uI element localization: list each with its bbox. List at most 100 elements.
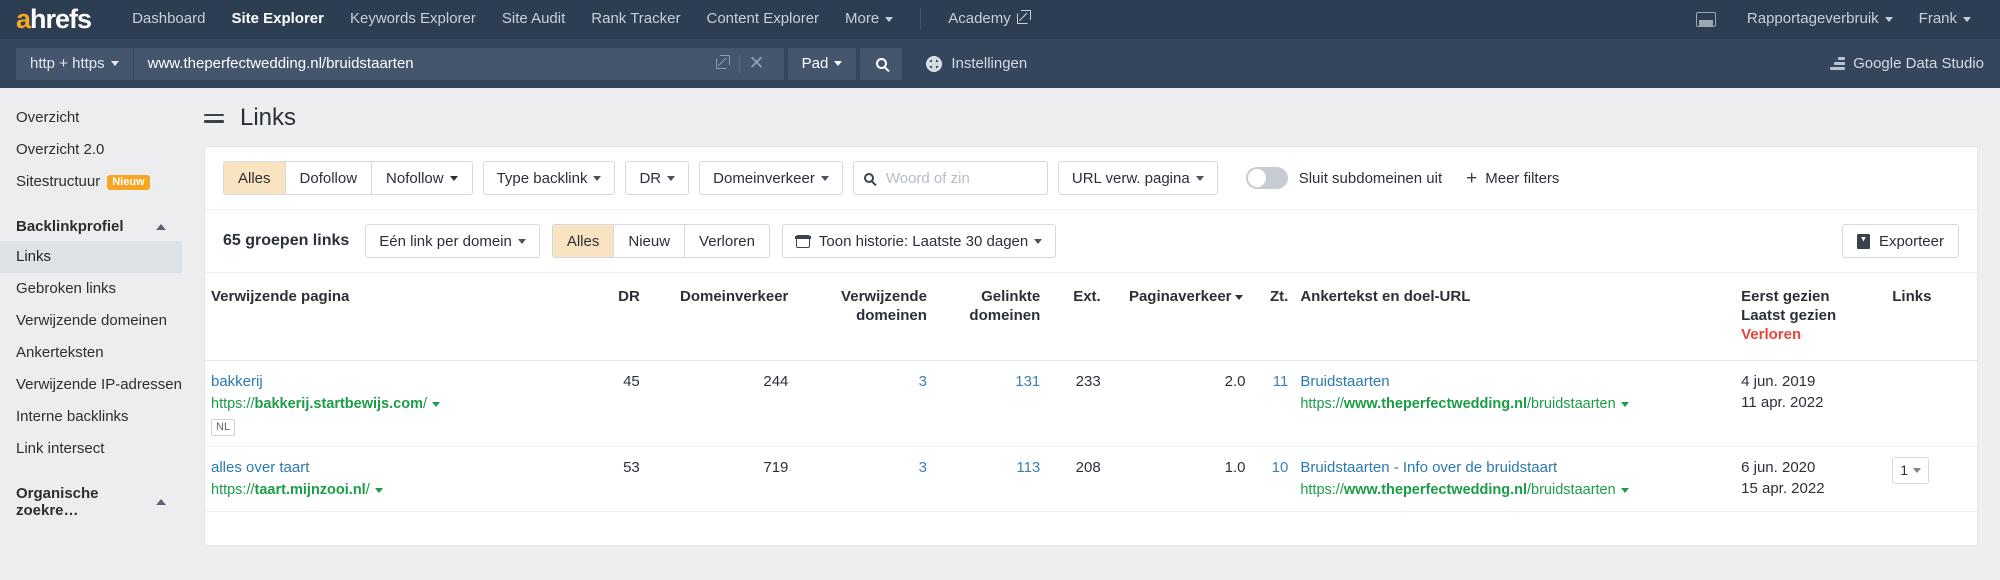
sidebar-item-verwijzende-domeinen[interactable]: Verwijzende domeinen <box>0 305 182 337</box>
group-mode-label: Eén link per domein <box>379 232 512 250</box>
col-last-seen-label: Laatst gezien <box>1741 307 1837 324</box>
col-links[interactable]: Links <box>1886 272 1977 361</box>
export-button[interactable]: Exporteer <box>1841 224 1959 258</box>
sidebar-item-sitestructuur[interactable]: Sitestructuur Nieuw <box>0 166 182 198</box>
filter-type-backlink[interactable]: Type backlink <box>482 161 616 195</box>
col-page-traffic[interactable]: Paginaverkeer <box>1106 272 1252 361</box>
target-protocol: https:// <box>1300 482 1344 499</box>
col-ext[interactable]: Ext. <box>1046 272 1107 361</box>
protocol-select[interactable]: http + https <box>16 47 133 80</box>
state-verloren[interactable]: Verloren <box>685 225 769 257</box>
filter-domeinverkeer[interactable]: Domeinverkeer <box>699 161 843 195</box>
cell-referring-page: bakkerij https://bakkerij.startbewijs.co… <box>205 360 583 448</box>
col-anchor-target[interactable]: Ankertekst en doel-URL <box>1294 272 1736 361</box>
linked-domains-value[interactable]: 113 <box>1016 459 1040 476</box>
referring-page-title[interactable]: bakkerij <box>211 371 577 392</box>
nav-item-more[interactable]: More <box>832 0 906 38</box>
anchor-text[interactable]: Bruidstaarten <box>1300 371 1729 392</box>
nav-item-academy[interactable]: Academy <box>935 0 1041 38</box>
results-toolbar: 65 groepen links Eén link per domein All… <box>205 210 1977 272</box>
more-filters-button[interactable]: + Meer filters <box>1466 169 1559 188</box>
nav-item-rank-tracker[interactable]: Rank Tracker <box>578 0 693 38</box>
zt-value[interactable]: 11 <box>1273 373 1289 390</box>
chevron-down-icon[interactable] <box>1620 401 1629 407</box>
table-row[interactable]: alles over taart https://taart.mijnzooi.… <box>205 446 1977 513</box>
state-alles[interactable]: Alles <box>552 225 615 257</box>
referring-domains-value[interactable]: 3 <box>919 373 927 390</box>
state-nieuw[interactable]: Nieuw <box>614 225 686 257</box>
target-url[interactable]: https://www.theperfectwedding.nl/bruidst… <box>1300 480 1729 501</box>
keyword-search-field[interactable] <box>852 161 1048 195</box>
monitor-icon[interactable] <box>1695 11 1716 27</box>
col-referring-domains[interactable]: Verwijzende domeinen <box>794 272 933 361</box>
chevron-up-icon <box>156 223 166 230</box>
mode-select-pad[interactable]: Pad <box>787 47 857 80</box>
filter-nofollow[interactable]: Nofollow <box>372 162 472 194</box>
target-path: /bruidstaarten <box>1527 396 1616 412</box>
col-zt[interactable]: Zt. <box>1251 272 1295 361</box>
sidebar-item-verwijzende-ip-adressen[interactable]: Verwijzende IP-adressen <box>0 369 182 401</box>
target-url-input[interactable]: www.theperfectwedding.nl/bruidstaarten ✕ <box>133 47 784 80</box>
col-seen-dates[interactable]: Eerst gezien Laatst gezien Verloren <box>1735 272 1887 361</box>
sidebar-item-gebroken-links[interactable]: Gebroken links <box>0 273 182 305</box>
external-link-icon <box>1016 10 1031 24</box>
filter-alles[interactable]: Alles <box>224 162 286 194</box>
nav-item-site-audit[interactable]: Site Audit <box>489 0 578 38</box>
search-submit-button[interactable] <box>860 47 903 80</box>
chevron-down-icon[interactable] <box>1620 487 1629 493</box>
ahrefs-logo[interactable]: a hrefs <box>16 5 92 33</box>
sidebar-section-organische-zoekresultaten[interactable]: Organische zoekre… <box>0 479 182 525</box>
links-count-select[interactable]: 1 <box>1892 457 1930 485</box>
clear-url-icon[interactable]: ✕ <box>740 48 774 80</box>
sidebar-item-interne-backlinks[interactable]: Interne backlinks <box>0 401 182 433</box>
report-usage-menu[interactable]: Rapportageverbruik <box>1734 0 1906 38</box>
referring-domains-value[interactable]: 3 <box>919 459 927 476</box>
col-domain-traffic[interactable]: Domeinverkeer <box>645 272 795 361</box>
anchor-text[interactable]: Bruidstaarten - Info over de bruidstaart <box>1300 457 1729 478</box>
target-url[interactable]: https://www.theperfectwedding.nl/bruidst… <box>1300 394 1729 415</box>
referring-page-url[interactable]: https://bakkerij.startbewijs.com/ <box>211 394 577 415</box>
search-input[interactable] <box>883 168 1024 188</box>
col-referring-page[interactable]: Verwijzende pagina <box>205 272 583 361</box>
google-data-studio-button[interactable]: Google Data Studio <box>1830 55 1984 72</box>
table-row[interactable]: bakkerij https://bakkerij.startbewijs.co… <box>205 360 1977 448</box>
nav-item-content-explorer[interactable]: Content Explorer <box>693 0 832 38</box>
settings-button[interactable]: Instellingen <box>926 55 1027 72</box>
sidebar-item-ankerteksten[interactable]: Ankerteksten <box>0 337 182 369</box>
sidebar-item-link-intersect[interactable]: Link intersect <box>0 433 182 465</box>
hamburger-icon[interactable] <box>204 110 224 127</box>
cell-zt: 10 <box>1251 446 1295 513</box>
chevron-down-icon[interactable] <box>432 401 440 407</box>
nav-item-keywords-explorer[interactable]: Keywords Explorer <box>337 0 489 38</box>
filter-dr[interactable]: DR <box>625 161 690 195</box>
sidebar-item-overzicht[interactable]: Overzicht <box>0 102 182 134</box>
links-panel: Alles Dofollow Nofollow Type backlink DR… <box>204 146 1978 546</box>
group-mode-select[interactable]: Eén link per domein <box>365 224 540 258</box>
sidebar-section-backlinkprofiel[interactable]: Backlinkprofiel <box>0 212 182 241</box>
referring-page-title[interactable]: alles over taart <box>211 457 577 478</box>
exclude-subdomains-toggle[interactable] <box>1245 167 1288 189</box>
search-icon <box>863 173 874 183</box>
cell-seen-dates: 6 jun. 2020 15 apr. 2022 <box>1735 446 1887 513</box>
sidebar-section-backlinkprofiel-label: Backlinkprofiel <box>16 218 124 235</box>
sidebar-item-overzicht-20[interactable]: Overzicht 2.0 <box>0 134 182 166</box>
target-host: www.theperfectwedding.nl <box>1343 482 1528 499</box>
filter-url-verw-pagina[interactable]: URL verw. pagina <box>1057 161 1218 195</box>
zt-value[interactable]: 10 <box>1272 459 1289 476</box>
chevron-down-icon <box>1913 468 1922 474</box>
referring-page-url[interactable]: https://taart.mijnzooi.nl/ <box>211 480 577 501</box>
filter-dofollow[interactable]: Dofollow <box>285 162 373 194</box>
chevron-down-icon[interactable] <box>374 487 383 493</box>
nav-item-dashboard[interactable]: Dashboard <box>119 0 218 38</box>
history-range-select[interactable]: Toon historie: Laatste 30 dagen <box>781 224 1057 258</box>
user-menu[interactable]: Frank <box>1906 0 1984 38</box>
chevron-down-icon <box>517 238 526 244</box>
col-dr[interactable]: DR <box>582 272 646 361</box>
col-linked-domains[interactable]: Gelinkte domeinen <box>932 272 1047 361</box>
nav-item-site-explorer[interactable]: Site Explorer <box>218 0 337 38</box>
sidebar-item-links[interactable]: Links <box>0 241 182 273</box>
linked-domains-value[interactable]: 131 <box>1015 373 1040 390</box>
site-explorer-search-bar: http + https www.theperfectwedding.nl/br… <box>0 38 2000 88</box>
cell-links: 1 <box>1886 446 1977 513</box>
external-link-icon[interactable] <box>705 48 739 80</box>
